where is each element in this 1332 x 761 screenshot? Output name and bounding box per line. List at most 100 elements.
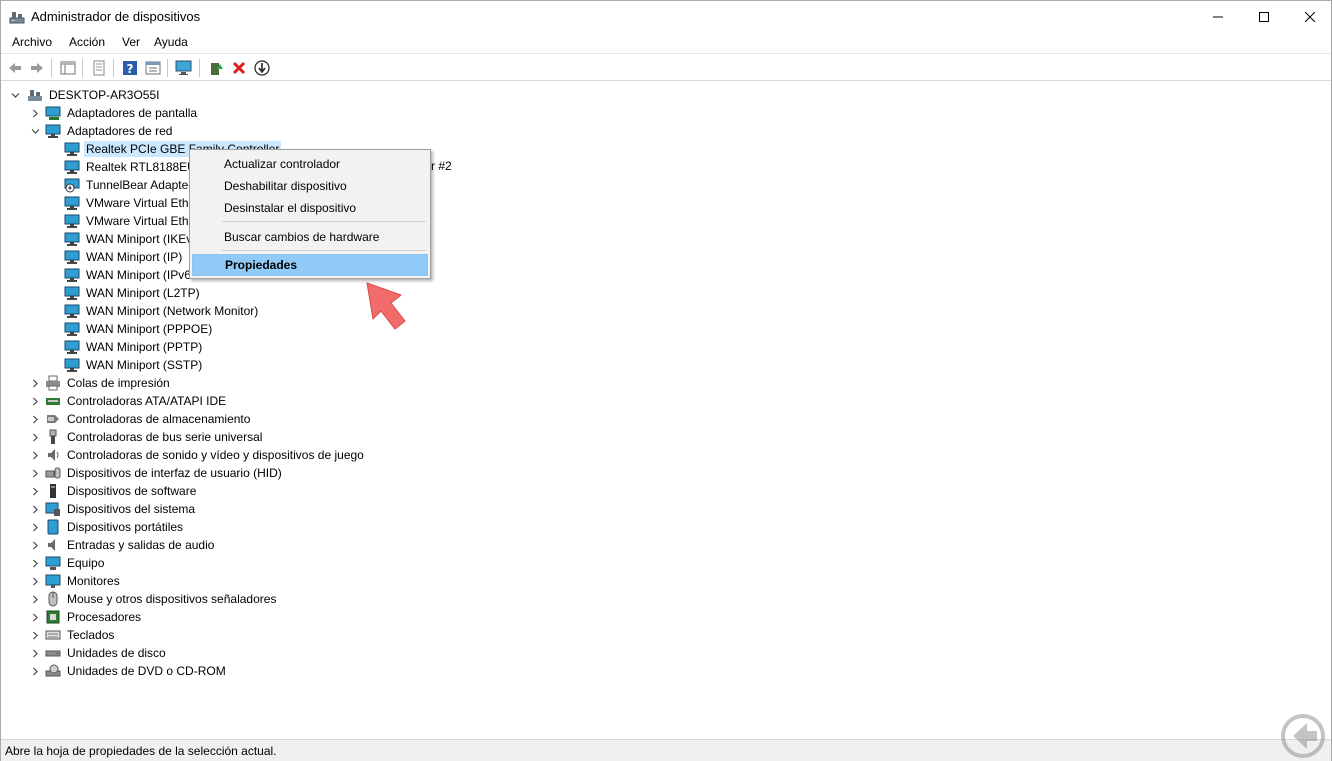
category-expander[interactable] bbox=[29, 554, 41, 572]
category-row[interactable]: Monitores bbox=[45, 572, 122, 590]
category-row[interactable]: Entradas y salidas de audio bbox=[45, 536, 216, 554]
net-device-row[interactable]: WAN Miniport (IP) bbox=[64, 248, 184, 266]
menu-uninstall-device[interactable]: Desinstalar el dispositivo bbox=[192, 197, 428, 219]
chevron-right-icon bbox=[32, 487, 38, 495]
category-label: Controladoras de almacenamiento bbox=[67, 412, 251, 426]
category-expander[interactable] bbox=[29, 644, 41, 662]
chevron-right-icon bbox=[32, 523, 38, 531]
show-hide-tree-button[interactable] bbox=[58, 58, 78, 78]
help-button[interactable]: ? bbox=[120, 58, 140, 78]
category-label: Dispositivos del sistema bbox=[67, 502, 196, 516]
category-row[interactable]: Dispositivos de software bbox=[45, 482, 198, 500]
category-row[interactable]: Controladoras de bus serie universal bbox=[45, 428, 264, 446]
uninstall-button[interactable] bbox=[229, 58, 249, 78]
menu-update-driver[interactable]: Actualizar controlador bbox=[192, 153, 428, 175]
minimize-button[interactable] bbox=[1195, 1, 1241, 32]
net-device-row[interactable]: WAN Miniport (IKEv bbox=[64, 230, 194, 248]
category-row[interactable]: Equipo bbox=[45, 554, 106, 572]
download-icon bbox=[254, 60, 270, 76]
properties-button[interactable] bbox=[89, 58, 109, 78]
category-row[interactable]: Controladoras ATA/ATAPI IDE bbox=[45, 392, 228, 410]
category-expander[interactable] bbox=[29, 572, 41, 590]
network-adapter-icon bbox=[64, 232, 80, 246]
category-label: Equipo bbox=[67, 556, 105, 570]
status-text: Abre la hoja de propiedades de la selecc… bbox=[5, 744, 277, 758]
category-expander[interactable] bbox=[29, 410, 41, 428]
net-device-row[interactable]: WAN Miniport (SSTP) bbox=[64, 356, 204, 374]
maximize-button[interactable] bbox=[1241, 1, 1287, 32]
forward-button[interactable] bbox=[27, 58, 47, 78]
net-device-row[interactable]: WAN Miniport (IPv6 bbox=[64, 266, 193, 284]
net-device-row[interactable]: VMware Virtual Ethe bbox=[64, 194, 197, 212]
back-button[interactable] bbox=[5, 58, 25, 78]
processor-icon bbox=[46, 610, 60, 624]
category-row[interactable]: Controladoras de sonido y vídeo y dispos… bbox=[45, 446, 366, 464]
net-device-row[interactable]: WAN Miniport (PPTP) bbox=[64, 338, 204, 356]
category-expander[interactable] bbox=[29, 482, 41, 500]
ide-controller-icon bbox=[46, 398, 60, 405]
category-expander[interactable] bbox=[29, 464, 41, 482]
category-row[interactable]: Procesadores bbox=[45, 608, 143, 626]
category-expander[interactable] bbox=[29, 536, 41, 554]
net-device-label: WAN Miniport (IKEv bbox=[86, 232, 193, 246]
category-row[interactable]: Unidades de disco bbox=[45, 644, 168, 662]
network-adapter-icon bbox=[64, 286, 80, 300]
system-device-icon bbox=[45, 502, 60, 516]
net-device-label: WAN Miniport (PPTP) bbox=[86, 340, 203, 354]
net-device-row[interactable]: TunnelBear Adapter bbox=[64, 176, 194, 194]
category-expander[interactable] bbox=[29, 590, 41, 608]
category-row[interactable]: Dispositivos portátiles bbox=[45, 518, 185, 536]
category-row[interactable]: Dispositivos de interfaz de usuario (HID… bbox=[45, 464, 284, 482]
net-device-row[interactable]: WAN Miniport (Network Monitor) bbox=[64, 302, 260, 320]
scan-hardware-button[interactable] bbox=[174, 58, 194, 78]
menu-properties[interactable]: Propiedades bbox=[192, 254, 428, 276]
category-row[interactable]: Unidades de DVD o CD-ROM bbox=[45, 662, 228, 680]
device-manager-app-icon bbox=[9, 12, 25, 24]
category-expander[interactable] bbox=[29, 626, 41, 644]
menu-ver[interactable]: Ver bbox=[119, 35, 143, 49]
category-row[interactable]: Controladoras de almacenamiento bbox=[45, 410, 252, 428]
net-device-row[interactable]: WAN Miniport (PPPOE) bbox=[64, 320, 214, 338]
menu-archivo[interactable]: Archivo bbox=[9, 35, 55, 49]
menu-disable-device[interactable]: Deshabilitar dispositivo bbox=[192, 175, 428, 197]
net-device-row[interactable]: WAN Miniport (L2TP) bbox=[64, 284, 202, 302]
category-expander[interactable] bbox=[29, 608, 41, 626]
view-button[interactable] bbox=[143, 58, 163, 78]
menu-scan-hardware[interactable]: Buscar cambios de hardware bbox=[192, 226, 428, 248]
network-adapter-icon bbox=[64, 196, 80, 210]
menu-accion[interactable]: Acción bbox=[66, 35, 108, 49]
monitor-icon bbox=[175, 60, 192, 75]
close-button[interactable] bbox=[1287, 1, 1332, 32]
tree-root[interactable]: DESKTOP-AR3O55I bbox=[27, 86, 161, 104]
category-row[interactable]: Mouse y otros dispositivos señaladores bbox=[45, 590, 278, 608]
category-row[interactable]: Teclados bbox=[45, 626, 116, 644]
category-expander[interactable] bbox=[29, 374, 41, 392]
storage-controller-icon bbox=[47, 415, 59, 423]
category-label: Unidades de DVD o CD-ROM bbox=[67, 664, 226, 678]
category-row[interactable]: Colas de impresión bbox=[45, 374, 172, 392]
category-adapters-display[interactable]: Adaptadores de pantalla bbox=[45, 104, 199, 122]
chevron-right-icon bbox=[32, 109, 38, 117]
category-expander[interactable] bbox=[29, 392, 41, 410]
root-expander[interactable] bbox=[9, 86, 21, 104]
chevron-right-icon bbox=[32, 541, 38, 549]
download-button[interactable] bbox=[252, 58, 272, 78]
help-icon: ? bbox=[123, 61, 137, 76]
category-expander[interactable] bbox=[29, 662, 41, 680]
category-expander[interactable] bbox=[29, 518, 41, 536]
software-device-icon bbox=[50, 484, 56, 498]
chevron-right-icon bbox=[32, 397, 38, 405]
adapters-display-expander[interactable] bbox=[29, 104, 41, 122]
category-label: Colas de impresión bbox=[67, 376, 170, 390]
net-device-row[interactable]: VMware Virtual Ethe bbox=[64, 212, 197, 230]
menu-ayuda[interactable]: Ayuda bbox=[151, 35, 191, 49]
category-expander[interactable] bbox=[29, 500, 41, 518]
category-expander[interactable] bbox=[29, 446, 41, 464]
network-adapter-icon bbox=[64, 142, 80, 156]
printer-icon bbox=[46, 375, 60, 391]
category-row[interactable]: Dispositivos del sistema bbox=[45, 500, 197, 518]
category-expander[interactable] bbox=[29, 428, 41, 446]
update-driver-button[interactable] bbox=[206, 58, 226, 78]
category-adapters-net[interactable]: Adaptadores de red bbox=[45, 122, 174, 140]
adapters-net-expander[interactable] bbox=[29, 122, 41, 140]
